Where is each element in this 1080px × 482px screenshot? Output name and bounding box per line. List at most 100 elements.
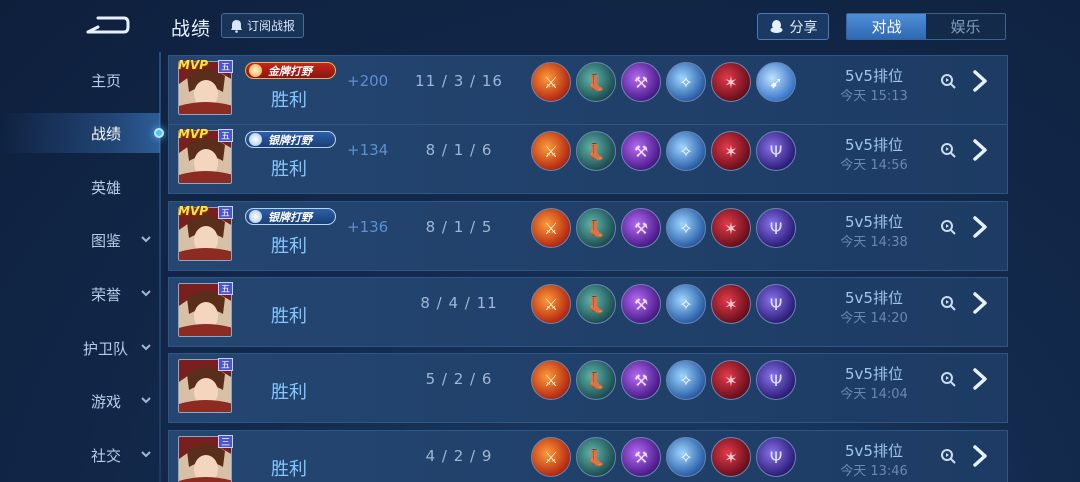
game-mode: 5v5排位 [845,442,903,460]
item-sword-icon: ⚔ [531,131,571,171]
match-time: 今天 14:56 [840,158,908,173]
sidebar-item-label: 图鉴 [91,231,122,250]
kda-stats: 8 / 1 / 5 [425,218,493,236]
mvp-badge: MVP [178,127,209,141]
sidebar-item-label: 护卫队 [83,339,129,358]
item-spear-icon: ➹ [756,62,796,102]
mode-tabs: 对战 娱乐 [846,13,1006,40]
tab-battle[interactable]: 对战 [847,14,926,39]
match-result: 胜利 [271,236,307,257]
subscribe-icon [231,19,242,33]
item-build: ⚔ 👢 ⚒ ✧ ✶ Ψ [531,437,796,477]
rank-points: +200 [347,72,389,90]
item-trident-icon: Ψ [756,360,796,400]
sidebar-item-label: 游戏 [91,392,122,411]
item-trident-icon: Ψ [756,284,796,324]
rank-tag: 五 [218,60,233,73]
sidebar-item-guard-team[interactable]: 护卫队 [0,328,160,368]
item-blade-icon: ✧ [666,284,706,324]
sidebar-item-honors[interactable]: 荣誉 [0,274,160,314]
match-row[interactable]: 五 MVP 金牌打野 胜利 +200 11 / 3 / 16 ⚔ 👢 ⚒ ✧ ✶ ➹ 5v5排位 今天 1… [168,55,1008,125]
back-arrow-icon [86,16,130,34]
chevron-down-icon [141,236,151,243]
item-spike-icon: ✶ [711,62,751,102]
item-sword-icon: ⚔ [531,284,571,324]
kda-stats: 11 / 3 / 16 [415,72,503,90]
replay-icon[interactable] [940,295,956,311]
match-row[interactable]: 五胜利 5 / 2 / 6 ⚔ 👢 ⚒ ✧ ✶ Ψ 5v5排位 今天 14:04 [168,353,1008,423]
sidebar-item-label: 社交 [91,446,122,465]
item-boots-icon: 👢 [576,284,616,324]
match-row[interactable]: 五 MVP 银牌打野 胜利 +134 8 / 1 / 6 ⚔ 👢 ⚒ ✧ ✶ Ψ 5v5排位 今天 14:… [168,124,1008,194]
item-axe-icon: ⚒ [621,208,661,248]
sidebar-item-home[interactable]: 主页 [0,60,160,100]
share-label: 分享 [789,19,818,36]
rank-points: +134 [347,141,389,159]
chevron-right-icon[interactable] [969,443,991,469]
tab-entertainment[interactable]: 娱乐 [926,14,1005,39]
badge-emblem-icon [249,210,262,223]
kda-stats: 8 / 1 / 6 [425,141,493,159]
chevron-down-icon [141,397,151,404]
chevron-right-icon[interactable] [969,290,991,316]
item-axe-icon: ⚒ [621,131,661,171]
sidebar-item-social[interactable]: 社交 [0,435,160,475]
mvp-badge: MVP [178,204,209,218]
item-blade-icon: ✧ [666,131,706,171]
match-time: 今天 13:46 [840,464,908,479]
item-boots-icon: 👢 [576,208,616,248]
sidebar-item-label: 英雄 [91,178,122,197]
match-time: 今天 15:13 [840,89,908,104]
qq-penguin-icon [770,20,782,33]
game-mode: 5v5排位 [845,136,903,154]
game-mode: 5v5排位 [845,289,903,307]
rank-tag: 五 [218,358,233,371]
subscribe-report-label: 订阅战报 [247,19,296,33]
item-sword-icon: ⚔ [531,437,571,477]
replay-icon[interactable] [940,371,956,387]
match-row[interactable]: 五 MVP 银牌打野 胜利 +136 8 / 1 / 5 ⚔ 👢 ⚒ ✧ ✶ Ψ 5v5排位 今天 14:… [168,201,1008,271]
replay-icon[interactable] [940,142,956,158]
item-spike-icon: ✶ [711,131,751,171]
sidebar-item-codex[interactable]: 图鉴 [0,220,160,260]
match-time: 今天 14:38 [840,235,908,250]
sidebar-item-records[interactable]: 战绩 [0,113,164,153]
chevron-right-icon[interactable] [969,68,991,94]
item-trident-icon: Ψ [756,437,796,477]
chevron-right-icon[interactable] [969,366,991,392]
page-title: 战绩 [171,18,212,40]
rank-tag: 三 [218,435,233,448]
match-row[interactable]: 五胜利 8 / 4 / 11 ⚔ 👢 ⚒ ✧ ✶ Ψ 5v5排位 今天 14:20 [168,277,1008,347]
jungle-title-badge: 银牌打野 [245,208,336,225]
replay-icon[interactable] [940,73,956,89]
rank-tag: 五 [218,129,233,142]
match-result: 胜利 [271,382,307,403]
chevron-right-icon[interactable] [969,214,991,240]
item-sword-icon: ⚔ [531,208,571,248]
match-result: 胜利 [271,306,307,327]
game-mode: 5v5排位 [845,365,903,383]
item-boots-icon: 👢 [576,437,616,477]
mvp-badge: MVP [178,58,209,72]
match-result: 胜利 [271,90,307,111]
kda-stats: 4 / 2 / 9 [425,447,493,465]
item-spike-icon: ✶ [711,208,751,248]
match-row[interactable]: 三胜利 4 / 2 / 9 ⚔ 👢 ⚒ ✧ ✶ Ψ 5v5排位 今天 13:46 [168,430,1008,482]
item-spike-icon: ✶ [711,437,751,477]
replay-icon[interactable] [940,448,956,464]
sidebar-item-heroes[interactable]: 英雄 [0,167,160,207]
badge-emblem-icon [249,64,262,77]
game-mode: 5v5排位 [845,67,903,85]
item-axe-icon: ⚒ [621,284,661,324]
back-button[interactable] [84,12,130,38]
subscribe-report-button[interactable]: 订阅战报 [221,13,305,38]
sidebar-item-label: 战绩 [91,124,122,143]
active-indicator-icon [154,128,164,138]
sidebar-item-games[interactable]: 游戏 [0,381,160,421]
item-trident-icon: Ψ [756,208,796,248]
rank-points: +136 [347,218,389,236]
share-button[interactable]: 分享 [757,13,829,40]
replay-icon[interactable] [940,219,956,235]
chevron-right-icon[interactable] [969,137,991,163]
chevron-down-icon [141,290,151,297]
